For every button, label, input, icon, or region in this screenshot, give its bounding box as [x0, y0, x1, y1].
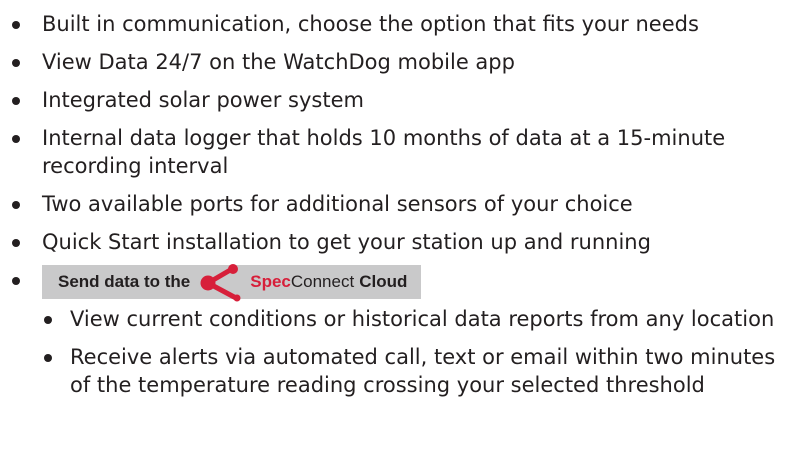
list-item: View Data 24/7 on the WatchDog mobile ap…: [0, 48, 794, 76]
bullet-icon: [44, 354, 52, 362]
list-item-text: Quick Start installation to get your sta…: [42, 230, 651, 254]
list-item: Quick Start installation to get your sta…: [0, 228, 794, 256]
sub-feature-list: View current conditions or historical da…: [42, 305, 794, 409]
specconnect-logo-icon: [200, 264, 241, 302]
list-item-text: Built in communication, choose the optio…: [42, 12, 699, 36]
bullet-icon: [12, 21, 20, 29]
feature-list-page: Built in communication, choose the optio…: [0, 0, 794, 460]
brand-spec: Spec: [250, 272, 291, 291]
feature-list: Built in communication, choose the optio…: [0, 10, 794, 305]
bullet-icon: [12, 97, 20, 105]
list-item: Built in communication, choose the optio…: [0, 10, 794, 38]
list-item-text: View Data 24/7 on the WatchDog mobile ap…: [42, 50, 515, 74]
bullet-icon: [12, 201, 20, 209]
list-item-text: Internal data logger that holds 10 month…: [42, 126, 726, 178]
bullet-icon: [12, 59, 20, 67]
bullet-icon: [12, 239, 20, 247]
list-item-text: Two available ports for additional senso…: [42, 192, 633, 216]
brand-cloud: Cloud: [359, 272, 408, 291]
list-item: Integrated solar power system: [0, 86, 794, 114]
list-item: Internal data logger that holds 10 month…: [0, 124, 794, 180]
list-item: View current conditions or historical da…: [42, 305, 794, 333]
bullet-icon: [12, 277, 20, 285]
list-item-text: Integrated solar power system: [42, 88, 364, 112]
list-item: Receive alerts via automated call, text …: [42, 343, 794, 399]
list-item-text: View current conditions or historical da…: [70, 307, 775, 331]
brand-connect: Connect: [290, 272, 355, 291]
list-item-specconnect: Send data to the Spec Connect Cloud: [0, 264, 794, 302]
banner-prefix: Send data to the: [58, 272, 191, 291]
list-item: Two available ports for additional senso…: [0, 190, 794, 218]
specconnect-banner: Send data to the Spec Connect Cloud: [42, 264, 422, 302]
list-item-text: Receive alerts via automated call, text …: [70, 345, 776, 397]
bullet-icon: [44, 316, 52, 324]
bullet-icon: [12, 135, 20, 143]
